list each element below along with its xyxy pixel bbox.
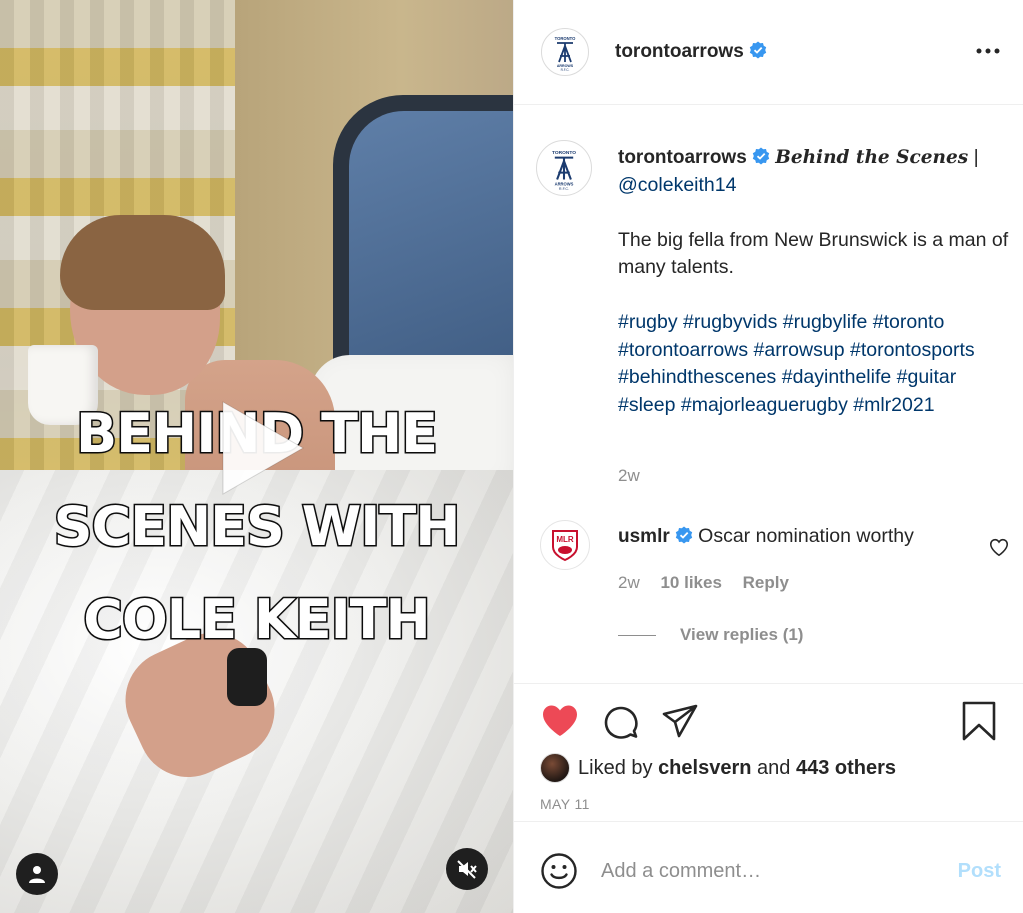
- view-replies-line: [618, 634, 656, 636]
- comment-input[interactable]: [601, 856, 931, 886]
- hashtag-link[interactable]: #torontoarrows: [618, 339, 748, 361]
- video-overlay-line-3: COLE KEITH: [82, 587, 432, 653]
- caption-headline: Behind the Scenes: [775, 147, 969, 168]
- add-comment-bar: Post: [514, 821, 1023, 913]
- comments-section[interactable]: TORONTO ARROWS R.F.C. torontoarrows Behi…: [514, 106, 1023, 683]
- logo-text-top: TORONTO: [555, 36, 577, 41]
- verified-badge-icon: [752, 147, 769, 165]
- caption-separator: |: [968, 146, 985, 168]
- post-actions: Liked by chelsvern and 443 others MAY 11: [514, 683, 1023, 821]
- hashtag-link[interactable]: #rugbylife: [783, 311, 868, 333]
- caption-mention[interactable]: @colekeith14: [618, 174, 736, 196]
- liked-by-others[interactable]: 443 others: [796, 757, 896, 780]
- caption-paragraph: The big fella from New Brunswick is a ma…: [618, 228, 1009, 279]
- caption-text: torontoarrows Behind the Scenes | @colek…: [618, 144, 1013, 447]
- comment-heart-icon[interactable]: [988, 536, 1010, 558]
- comment-username[interactable]: usmlr: [618, 526, 670, 547]
- caption-username[interactable]: torontoarrows: [618, 147, 747, 168]
- video-watch: [227, 648, 267, 706]
- view-replies-button[interactable]: View replies (1): [618, 625, 803, 645]
- emoji-icon[interactable]: [540, 852, 578, 890]
- hashtag-link[interactable]: #guitar: [897, 366, 957, 388]
- post-detail-panel: TORONTO ARROWS R.F.C. torontoarrows TORO…: [513, 0, 1023, 913]
- comment-likes[interactable]: 10 likes: [660, 573, 721, 592]
- liked-by-user[interactable]: chelsvern: [658, 757, 751, 780]
- post-date[interactable]: MAY 11: [540, 796, 590, 812]
- caption-timestamp[interactable]: 2w: [618, 466, 640, 486]
- more-options-icon[interactable]: [975, 38, 1001, 64]
- comment-text-row: usmlr Oscar nomination worthy: [618, 525, 914, 548]
- caption-hashtags: #rugby #rugbyvids #rugbylife #toronto #t…: [618, 309, 1013, 419]
- usmlr-avatar[interactable]: MLR: [540, 520, 590, 570]
- mlr-logo-text: MLR: [556, 535, 574, 544]
- hashtag-link[interactable]: #rugbyvids: [683, 311, 777, 333]
- torontoarrows-avatar[interactable]: TORONTO ARROWS R.F.C.: [541, 28, 589, 76]
- hashtag-link[interactable]: #toronto: [873, 311, 945, 333]
- post-comment-button[interactable]: Post: [958, 860, 1001, 883]
- header-username-text[interactable]: torontoarrows: [615, 41, 744, 62]
- video-person-hair: [60, 215, 225, 310]
- comment-text: Oscar nomination worthy: [698, 525, 914, 547]
- like-heart-icon[interactable]: [540, 701, 580, 741]
- video-overlay-line-2: SCENES WITH: [52, 494, 462, 560]
- liker-avatar[interactable]: [540, 753, 570, 783]
- verified-badge-icon: [675, 526, 692, 544]
- logo-text-bottom: R.F.C.: [561, 68, 570, 72]
- post-video[interactable]: BEHIND THE SCENES WITH COLE KEITH: [0, 0, 513, 913]
- comment-timestamp[interactable]: 2w: [618, 573, 640, 592]
- liked-by-join: and: [757, 756, 791, 779]
- play-icon[interactable]: [213, 398, 308, 498]
- hashtag-link[interactable]: #sleep: [618, 394, 675, 416]
- muted-speaker-icon[interactable]: [446, 848, 488, 890]
- bookmark-icon[interactable]: [960, 701, 998, 741]
- reply-button[interactable]: Reply: [743, 573, 789, 592]
- hashtag-link[interactable]: #arrowsup: [754, 339, 845, 361]
- action-row: [540, 701, 1010, 743]
- comment-icon[interactable]: [600, 701, 640, 741]
- hashtag-link[interactable]: #rugby: [618, 311, 678, 333]
- header-username[interactable]: torontoarrows: [615, 41, 767, 63]
- view-replies-label[interactable]: View replies (1): [680, 625, 803, 645]
- liked-by-prefix: Liked by: [578, 756, 653, 779]
- share-icon[interactable]: [660, 701, 700, 741]
- caption-logo-text-top: TORONTO: [552, 150, 576, 156]
- hashtag-link[interactable]: #dayinthelife: [782, 366, 892, 388]
- hashtag-link[interactable]: #torontosports: [850, 339, 975, 361]
- hashtag-link[interactable]: #majorleaguerugby: [681, 394, 848, 416]
- verified-badge-icon: [749, 41, 766, 59]
- hashtag-link[interactable]: #mlr2021: [853, 394, 934, 416]
- liked-by-row: Liked by chelsvern and 443 others: [540, 753, 896, 783]
- caption-logo-text-bottom: R.F.C.: [559, 187, 569, 191]
- caption-logo-text-mid: ARROWS: [555, 181, 574, 186]
- post-header: TORONTO ARROWS R.F.C. torontoarrows: [514, 0, 1023, 105]
- comment-meta: 2w 10 likes Reply: [618, 573, 805, 593]
- hashtag-link[interactable]: #behindthescenes: [618, 366, 776, 388]
- user-tag-icon[interactable]: [16, 853, 58, 895]
- caption-avatar[interactable]: TORONTO ARROWS R.F.C.: [536, 140, 592, 196]
- caption-avatar-wrap: TORONTO ARROWS R.F.C.: [536, 140, 592, 196]
